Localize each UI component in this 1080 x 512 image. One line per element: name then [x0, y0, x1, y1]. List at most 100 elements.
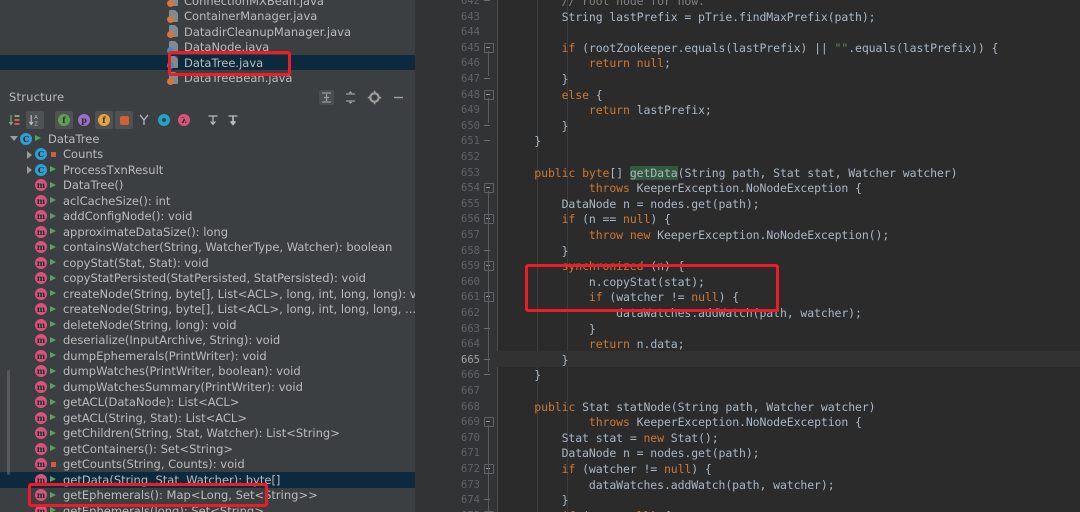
code-line[interactable]: DataNode n = nodes.get(path);	[507, 446, 760, 460]
code-line[interactable]: }	[507, 353, 569, 367]
structure-item[interactable]: m dumpWatchesSummary(PrintWriter): void	[0, 379, 415, 395]
tree-expand-arrow-icon[interactable]	[25, 150, 34, 159]
structure-item[interactable]: m containsWatcher(String, WatcherType, Wa…	[0, 240, 415, 256]
code-fold-toggle-icon[interactable]	[484, 261, 494, 272]
show-properties-button[interactable]: p	[75, 111, 93, 129]
code-fold-toggle-icon[interactable]	[484, 0, 494, 6]
structure-item[interactable]: C ProcessTxnResult	[0, 162, 415, 178]
structure-item[interactable]: m createNode(String, byte[], List<ACL>, l…	[0, 302, 415, 318]
code-fold-toggle-icon[interactable]	[484, 214, 494, 225]
hide-panel-icon[interactable]	[391, 90, 406, 105]
code-fold-toggle-icon[interactable]	[484, 136, 494, 146]
tree-expand-arrow-icon[interactable]	[10, 134, 19, 143]
code-line[interactable]: }	[507, 244, 569, 258]
code-fold-toggle-icon[interactable]	[484, 464, 494, 474]
collapse-all-icon[interactable]	[343, 90, 358, 105]
project-file-item[interactable]: DataTree.java	[0, 55, 415, 70]
code-line[interactable]: }	[507, 368, 541, 382]
code-line[interactable]: // root node for now.	[507, 0, 705, 8]
structure-item[interactable]: C DataTree	[0, 131, 415, 147]
show-non-public-members-button[interactable]	[115, 111, 133, 129]
structure-item[interactable]: m addConfigNode(): void	[0, 209, 415, 225]
structure-tree[interactable]: C DataTree C Counts C ProcessTxnResult m DataTr…	[0, 131, 415, 512]
code-line[interactable]: }	[507, 322, 596, 336]
structure-scrollbar-thumb[interactable]	[7, 370, 10, 475]
code-line[interactable]: public Stat statNode(String path, Watche…	[507, 400, 875, 414]
code-line[interactable]: String lastPrefix = pTrie.findMaxPrefix(…	[507, 10, 876, 24]
settings-gear-icon[interactable]	[367, 90, 382, 105]
sort-alphabetically-button[interactable]: A Z	[26, 111, 44, 129]
code-line[interactable]: }	[507, 72, 569, 86]
editor-code-area[interactable]: 642 // root node for now. 643 String last…	[415, 0, 1080, 512]
collapse-all-tree-icon[interactable]	[224, 111, 242, 129]
code-fold-toggle-icon[interactable]	[484, 74, 494, 84]
structure-item[interactable]: m aclCacheSize(): int	[0, 193, 415, 209]
project-file-item[interactable]: DatadirCleanupManager.java	[0, 24, 415, 39]
structure-item[interactable]: m getChildren(String, Stat, Watcher): Lis…	[0, 426, 415, 442]
show-functions-button[interactable]: f	[95, 111, 113, 129]
code-line[interactable]: if (rootZookeeper.equals(lastPrefix) || …	[507, 41, 999, 55]
structure-item[interactable]: m getEphemerals(long): Set<String>	[0, 503, 415, 512]
code-fold-toggle-icon[interactable]	[484, 89, 494, 100]
code-editor[interactable]: 642 // root node for now. 643 String last…	[415, 0, 1080, 512]
code-line[interactable]: if (watcher != null) {	[507, 290, 739, 304]
code-line[interactable]: dataWatches.addWatch(path, watcher);	[507, 306, 862, 320]
structure-item[interactable]: m getACL(String, Stat): List<ACL>	[0, 410, 415, 426]
code-fold-toggle-icon[interactable]	[484, 246, 494, 256]
expand-all-icon[interactable]	[319, 89, 334, 105]
structure-item[interactable]: m createNode(String, byte[], List<ACL>, l…	[0, 286, 415, 302]
structure-item[interactable]: m getCounts(String, Counts): void	[0, 457, 415, 473]
show-inherited-members-icon[interactable]	[135, 111, 153, 129]
code-fold-toggle-icon[interactable]	[484, 495, 494, 505]
code-line[interactable]: return null;	[507, 56, 671, 70]
code-line[interactable]: n.copyStat(stat);	[507, 275, 705, 289]
code-line[interactable]: throw new KeeperException.NoNodeExceptio…	[507, 228, 889, 242]
structure-item[interactable]: m copyStat(Stat, Stat): void	[0, 255, 415, 271]
structure-item[interactable]: m getACL(DataNode): List<ACL>	[0, 395, 415, 411]
structure-item[interactable]: m deleteNode(String, long): void	[0, 317, 415, 333]
code-fold-toggle-icon[interactable]	[484, 42, 494, 53]
code-line[interactable]: return lastPrefix;	[507, 103, 712, 117]
code-line[interactable]: }	[507, 493, 569, 507]
code-fold-toggle-icon[interactable]	[484, 121, 494, 131]
structure-item[interactable]: m approximateDataSize(): long	[0, 224, 415, 240]
show-lambdas-button[interactable]: λ	[175, 111, 193, 129]
code-line[interactable]: public byte[] getData(String path, Stat …	[507, 165, 958, 180]
code-line[interactable]: dataWatches.addWatch(path, watcher);	[507, 478, 835, 492]
project-file-list[interactable]: ConnectionMXBean.java ContainerManager.ja…	[0, 0, 415, 85]
structure-item[interactable]: m dumpEphemerals(PrintWriter): void	[0, 348, 415, 364]
code-line[interactable]: }	[507, 134, 541, 148]
project-file-item[interactable]: ContainerManager.java	[0, 9, 415, 24]
code-line[interactable]: return n.data;	[507, 337, 685, 351]
structure-item[interactable]: C Counts	[0, 147, 415, 163]
code-line[interactable]: }	[507, 119, 569, 133]
code-fold-toggle-icon[interactable]	[484, 355, 494, 365]
code-fold-toggle-icon[interactable]	[484, 370, 494, 380]
structure-item[interactable]: m dumpWatches(PrintWriter, boolean): void	[0, 364, 415, 380]
code-line[interactable]: Stat stat = new Stat();	[507, 431, 719, 445]
structure-item[interactable]: m copyStatPersisted(StatPersisted, StatPe…	[0, 271, 415, 287]
tree-expand-arrow-icon[interactable]	[25, 165, 34, 175]
code-fold-toggle-icon[interactable]	[484, 183, 494, 194]
structure-item[interactable]: m deserialize(InputArchive, String): void	[0, 333, 415, 349]
code-line[interactable]: throws KeeperException.NoNodeException {	[507, 181, 862, 195]
code-fold-toggle-icon[interactable]	[484, 324, 494, 334]
code-line[interactable]: if (n == null) {	[507, 212, 671, 226]
structure-item[interactable]: m getContainers(): Set<String>	[0, 441, 415, 457]
structure-item[interactable]: m DataTree()	[0, 178, 415, 194]
show-fields-button[interactable]: f	[55, 111, 73, 129]
code-fold-toggle-icon[interactable]	[484, 417, 494, 428]
code-line[interactable]: if (watcher != null) {	[507, 462, 712, 476]
expand-all-tree-icon[interactable]	[204, 111, 222, 129]
code-line[interactable]: synchronized (n) {	[507, 259, 685, 273]
project-file-item[interactable]: DataNode.java	[0, 40, 415, 55]
structure-item[interactable]: m getEphemerals(): Map<Long, Set<String>>	[0, 488, 415, 504]
sort-by-visibility-button[interactable]	[6, 111, 24, 129]
project-file-item[interactable]: ConnectionMXBean.java	[0, 0, 415, 8]
structure-item-selected[interactable]: m getData(String, Stat, Watcher): byte[]	[0, 472, 415, 488]
code-line[interactable]: DataNode n = nodes.get(path);	[507, 197, 760, 211]
code-line[interactable]: else {	[507, 88, 603, 102]
code-fold-toggle-icon[interactable]	[484, 292, 494, 303]
project-file-item[interactable]: DataTreeBean.java	[0, 71, 415, 85]
code-line[interactable]: throws KeeperException.NoNodeException {	[507, 415, 862, 429]
